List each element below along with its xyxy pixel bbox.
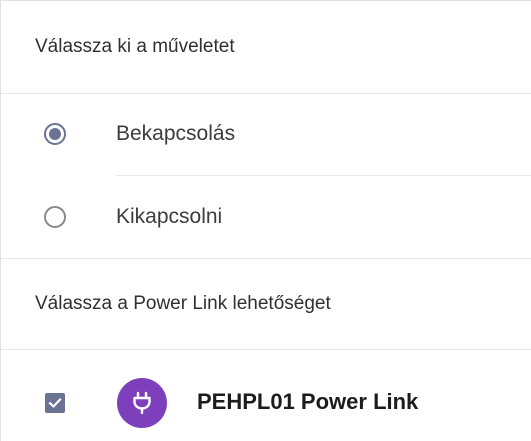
plug-icon xyxy=(117,378,167,428)
option-divider xyxy=(116,175,531,176)
action-section-title: Válassza ki a műveletet xyxy=(1,1,531,93)
device-name: PEHPL01 Power Link xyxy=(197,389,419,414)
option-power-off[interactable]: Kikapcsolni xyxy=(1,177,531,257)
option-power-on-label: Bekapcsolás xyxy=(116,122,236,145)
option-power-on[interactable]: Bekapcsolás xyxy=(1,94,531,174)
checkbox-checked-icon[interactable] xyxy=(45,393,65,413)
device-section-title-text: Válassza a Power Link lehetőséget xyxy=(35,293,331,314)
action-section-title-text: Válassza ki a műveletet xyxy=(35,36,235,57)
radio-selected-icon[interactable] xyxy=(44,123,66,145)
section-divider xyxy=(1,349,531,350)
action-selection-screen: Válassza ki a műveletet Bekapcsolás Kika… xyxy=(0,0,531,441)
radio-unselected-icon[interactable] xyxy=(44,206,66,228)
option-power-off-label: Kikapcsolni xyxy=(116,205,223,228)
device-row-pehpl01[interactable]: PEHPL01 Power Link xyxy=(1,351,531,441)
device-section-title: Válassza a Power Link lehetőséget xyxy=(1,259,531,349)
